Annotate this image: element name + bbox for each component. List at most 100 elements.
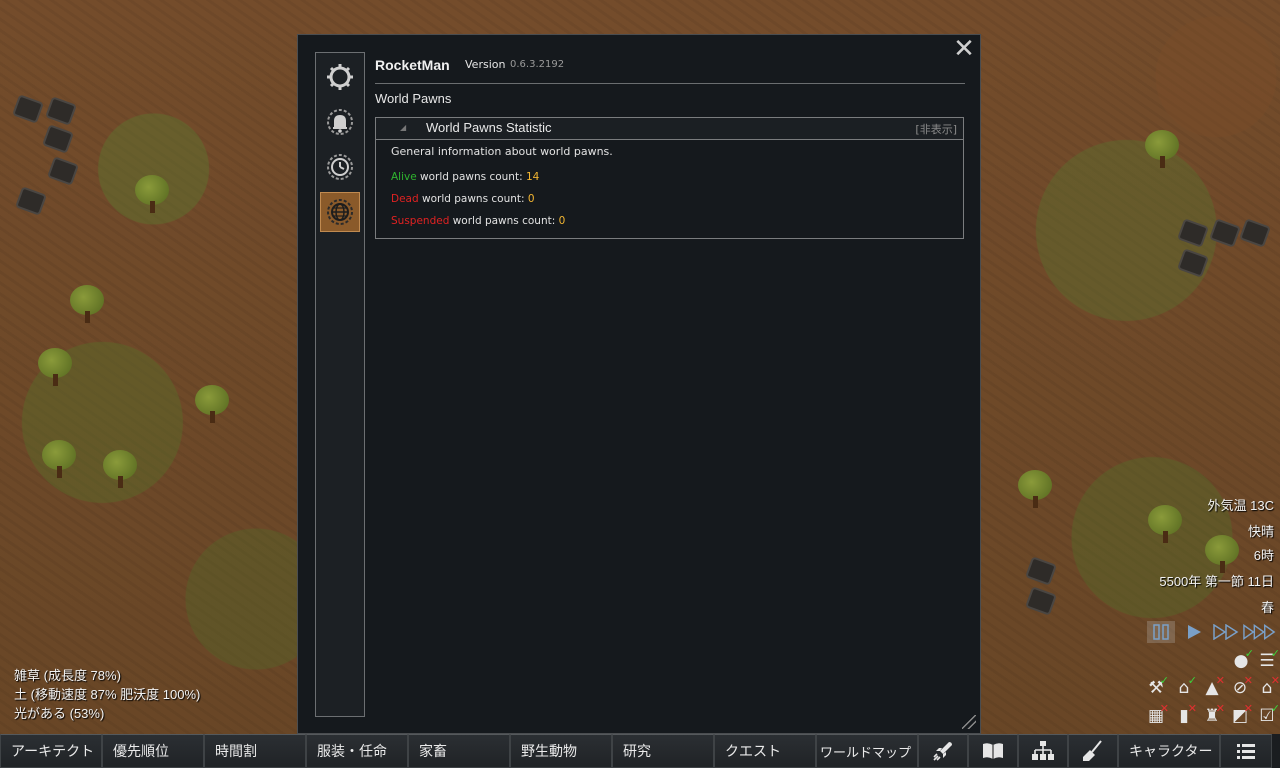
toggle-compass[interactable]: ⊘ ✕ bbox=[1229, 674, 1253, 699]
world-pawns-statistic-panel: ◢ World Pawns Statistic [非表示] General in… bbox=[375, 117, 964, 239]
fast-speed-button[interactable] bbox=[1210, 621, 1242, 643]
book-icon bbox=[983, 743, 1003, 759]
status-alive: Alive bbox=[391, 171, 417, 183]
tree-sprite bbox=[1148, 505, 1182, 543]
tab-alerts[interactable] bbox=[320, 102, 360, 142]
suspended-count: 0 bbox=[558, 215, 566, 227]
rock-sprite bbox=[1025, 556, 1057, 586]
enabled-check-icon: ✓ bbox=[1159, 674, 1169, 687]
toggle-zone[interactable]: ◩ ✕ bbox=[1229, 702, 1253, 727]
tab-cleaning[interactable] bbox=[1068, 734, 1118, 768]
panel-header[interactable]: ◢ World Pawns Statistic [非表示] bbox=[376, 118, 963, 140]
tab-research[interactable]: 研究 bbox=[612, 734, 714, 768]
hierarchy-icon bbox=[1032, 741, 1054, 760]
date-label: 5500年 第一節 11日 bbox=[1159, 574, 1274, 589]
tree-sprite bbox=[195, 385, 229, 423]
window-header: RocketMan Version 0.6.3.2192 bbox=[375, 55, 965, 84]
broom-icon bbox=[1083, 740, 1102, 761]
tab-animals[interactable]: 家畜 bbox=[408, 734, 510, 768]
status-suspended: Suspended bbox=[391, 215, 450, 227]
tree-sprite bbox=[42, 440, 76, 478]
version-label: Version bbox=[465, 58, 506, 71]
main-tab-bar: アーキテクト 優先順位 時間割 服装・任命 家畜 野生動物 研究 クエスト ワー… bbox=[0, 734, 1280, 768]
dead-count: 0 bbox=[527, 193, 535, 205]
tree-sprite bbox=[103, 450, 137, 488]
tab-wildlife[interactable]: 野生動物 bbox=[510, 734, 612, 768]
outdoor-temperature: 外気温 13C bbox=[1207, 498, 1274, 513]
superfast-speed-button[interactable] bbox=[1242, 621, 1278, 643]
toggle-checklist[interactable]: ☑ ✓ bbox=[1256, 702, 1280, 727]
app-title: RocketMan bbox=[375, 57, 450, 73]
stat-label: world pawns count: bbox=[416, 171, 526, 183]
tab-characters[interactable]: キャラクター bbox=[1118, 734, 1220, 768]
weather-label: 快晴 bbox=[1247, 524, 1274, 539]
resize-handle[interactable] bbox=[962, 715, 976, 729]
tree-sprite bbox=[1018, 470, 1052, 508]
toggle-home[interactable]: ⌂ ✓ bbox=[1173, 674, 1197, 699]
tab-priorities[interactable]: 優先順位 bbox=[102, 734, 204, 768]
disabled-x-icon: ✕ bbox=[1215, 702, 1225, 715]
enabled-check-icon: ✓ bbox=[1244, 647, 1254, 660]
stat-label: world pawns count: bbox=[449, 215, 559, 227]
normal-speed-button[interactable] bbox=[1180, 621, 1208, 643]
status-dead: Dead bbox=[391, 193, 419, 205]
tree-sprite bbox=[1145, 130, 1179, 168]
play-icon bbox=[1188, 625, 1201, 639]
toggle-grid[interactable]: ▦ ✕ bbox=[1145, 702, 1169, 727]
alive-count-row: Alive world pawns count: 14 bbox=[391, 171, 539, 183]
disabled-x-icon: ✕ bbox=[1187, 702, 1197, 715]
terrain-soil: 土 (移動速度 87% 肥沃度 100%) bbox=[14, 687, 201, 702]
disabled-x-icon: ✕ bbox=[1159, 702, 1169, 715]
stat-label: world pawns count: bbox=[418, 193, 528, 205]
rock-sprite bbox=[45, 96, 77, 126]
toggle-mountain[interactable]: ▲ ✕ bbox=[1201, 674, 1225, 699]
hide-toggle-link[interactable]: [非表示] bbox=[915, 121, 957, 137]
version-number: 0.6.3.2192 bbox=[510, 59, 565, 70]
toggle-person[interactable]: ♜ ✕ bbox=[1201, 702, 1225, 727]
tree-sprite bbox=[70, 285, 104, 323]
toggle-barchart[interactable]: ▮ ✕ bbox=[1173, 702, 1197, 727]
tab-ships[interactable] bbox=[918, 734, 968, 768]
tab-settings[interactable] bbox=[320, 57, 360, 97]
pause-button[interactable] bbox=[1147, 621, 1175, 643]
season-label: 春 bbox=[1260, 600, 1274, 615]
main-menu-button[interactable] bbox=[1220, 734, 1272, 768]
rock-sprite bbox=[1177, 248, 1209, 278]
tab-quests[interactable]: クエスト bbox=[714, 734, 816, 768]
tree-sprite bbox=[38, 348, 72, 386]
tab-architect[interactable]: アーキテクト bbox=[0, 734, 102, 768]
rock-sprite bbox=[1239, 218, 1271, 248]
rock-sprite bbox=[1209, 218, 1241, 248]
tab-timers[interactable] bbox=[320, 147, 360, 187]
toggle-bubble[interactable]: ● ✓ bbox=[1230, 647, 1254, 672]
panel-description: General information about world pawns. bbox=[391, 145, 613, 158]
rock-sprite bbox=[1177, 218, 1209, 248]
globe-icon bbox=[327, 199, 353, 225]
collapse-arrow-icon[interactable]: ◢ bbox=[400, 123, 406, 132]
disabled-x-icon: ✕ bbox=[1243, 702, 1253, 715]
pause-icon bbox=[1153, 624, 1169, 640]
disabled-x-icon: ✕ bbox=[1270, 674, 1280, 687]
dead-count-row: Dead world pawns count: 0 bbox=[391, 193, 535, 205]
bell-icon bbox=[327, 109, 353, 135]
tab-history[interactable] bbox=[968, 734, 1018, 768]
menu-icon bbox=[1237, 744, 1255, 759]
terrain-light: 光がある (53%) bbox=[14, 706, 105, 721]
tab-factions[interactable] bbox=[1018, 734, 1068, 768]
tab-world[interactable]: ワールドマップ bbox=[816, 734, 918, 768]
fast-icon bbox=[1213, 624, 1239, 640]
tab-assign[interactable]: 服装・任命 bbox=[306, 734, 408, 768]
toggle-roof[interactable]: ⌂ ✕ bbox=[1256, 674, 1280, 699]
gear-icon bbox=[327, 64, 353, 90]
alive-count: 14 bbox=[525, 171, 540, 183]
rock-sprite bbox=[47, 156, 79, 186]
tab-world-pawns[interactable] bbox=[320, 192, 360, 232]
toggle-list[interactable]: ☰ ✓ bbox=[1256, 647, 1280, 672]
toggle-hammer[interactable]: ⚒ ✓ bbox=[1145, 674, 1169, 699]
hour-label: 6時 bbox=[1253, 548, 1274, 563]
rock-sprite bbox=[1025, 586, 1057, 616]
clock-icon bbox=[327, 154, 353, 180]
rock-sprite bbox=[42, 124, 74, 154]
tree-sprite bbox=[1205, 535, 1239, 573]
tab-schedule[interactable]: 時間割 bbox=[204, 734, 306, 768]
